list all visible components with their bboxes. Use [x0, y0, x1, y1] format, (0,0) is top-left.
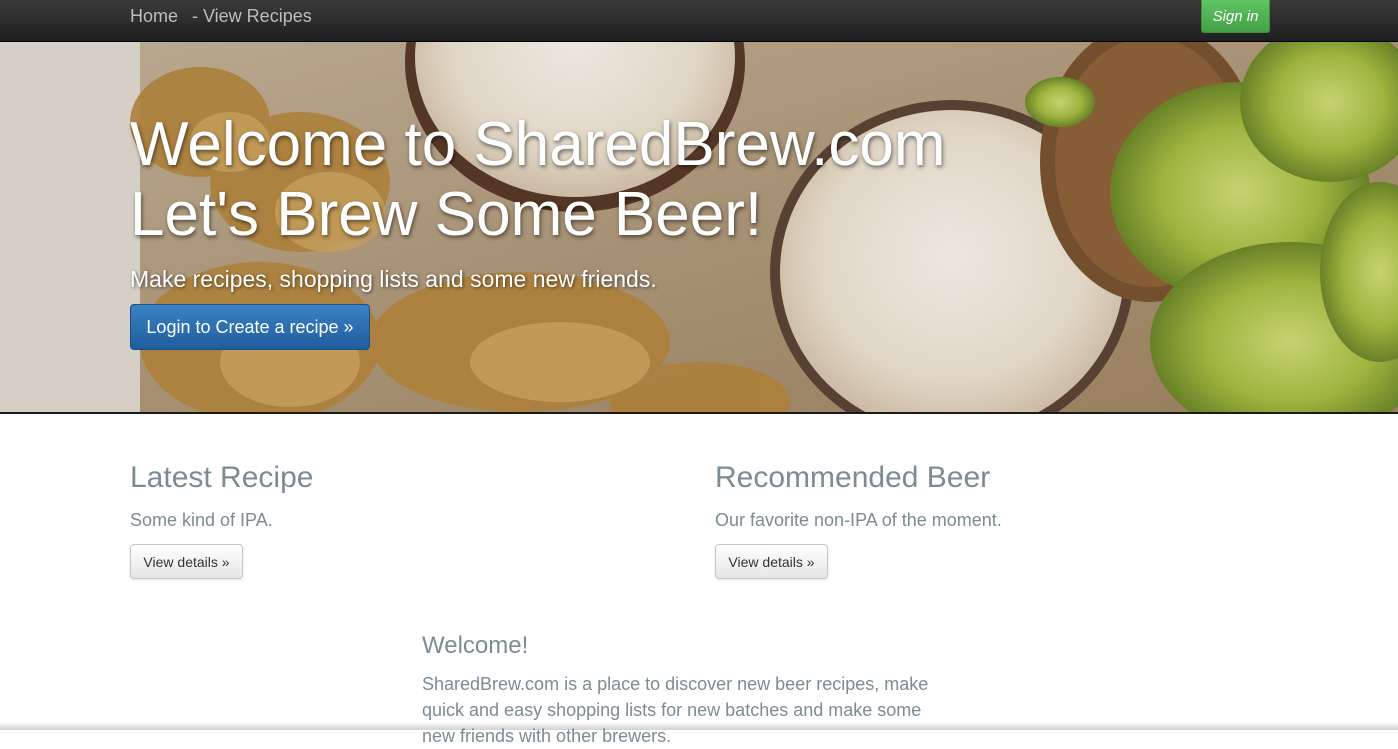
sign-in-button[interactable]: Sign in — [1201, 0, 1270, 33]
latest-recipe-text: Some kind of IPA. — [130, 510, 273, 530]
welcome-heading: Welcome! — [422, 632, 529, 659]
welcome-paragraph: SharedBrew.com is a place to discover ne… — [422, 674, 929, 746]
latest-recipe-view-details-button[interactable]: View details » — [130, 544, 243, 579]
nav-home-link[interactable]: Home — [130, 6, 178, 26]
hero-title: Welcome to SharedBrew.com Let's Brew Som… — [130, 110, 946, 250]
bottom-edge-shadow — [0, 722, 1398, 730]
hero-title-line-2: Let's Brew Some Beer! — [130, 180, 763, 249]
recommended-beer-heading: Recommended Beer — [715, 461, 991, 494]
recommended-beer-view-details-button[interactable]: View details » — [715, 544, 828, 579]
login-create-recipe-button[interactable]: Login to Create a recipe » — [130, 304, 370, 350]
top-navbar: Home - View Recipes Sign in — [0, 0, 1398, 42]
hero-title-line-1: Welcome to SharedBrew.com — [130, 110, 946, 179]
nav-view-recipes-link[interactable]: - View Recipes — [192, 6, 312, 26]
recommended-beer-text: Our favorite non-IPA of the moment. — [715, 510, 1002, 530]
hero-subtitle: Make recipes, shopping lists and some ne… — [130, 266, 657, 292]
hero-banner: Welcome to SharedBrew.com Let's Brew Som… — [0, 42, 1398, 414]
latest-recipe-heading: Latest Recipe — [130, 461, 314, 494]
